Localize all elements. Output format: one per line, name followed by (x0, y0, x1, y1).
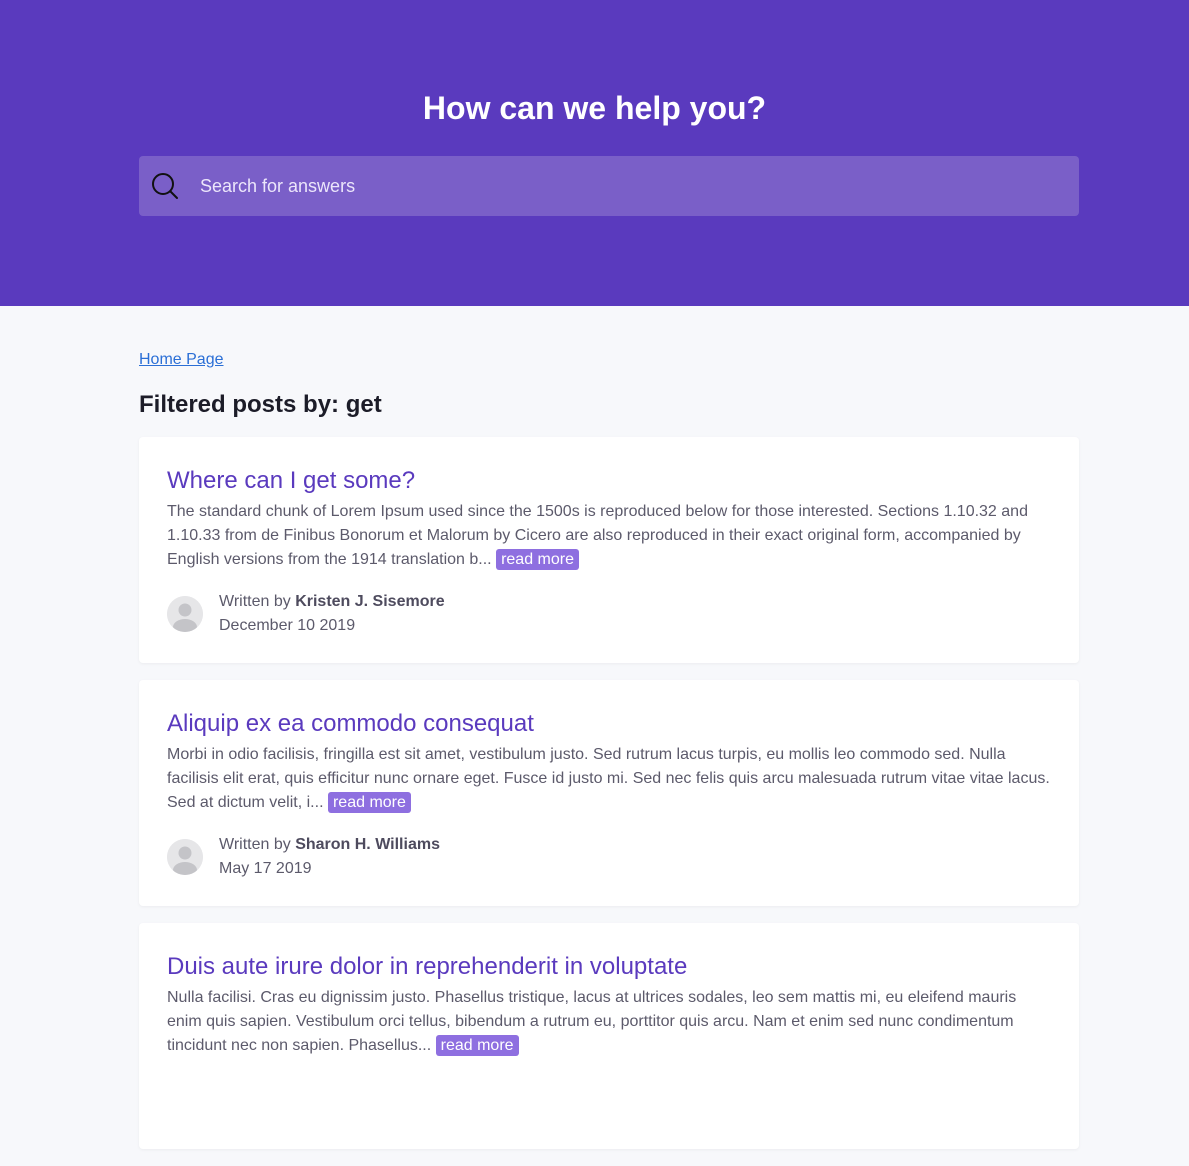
post-title-link[interactable]: Aliquip ex ea commodo consequat (167, 708, 1051, 740)
written-by-label: Written by (219, 593, 291, 610)
post-excerpt: Morbi in odio facilisis, fringilla est s… (167, 743, 1051, 815)
post-date: May 17 2019 (219, 860, 312, 877)
post-meta: Written by Sharon H. Williams May 17 201… (167, 833, 1051, 881)
post-meta-text: Written by Kristen J. Sisemore December … (219, 590, 445, 638)
search-input[interactable] (200, 156, 1079, 216)
post-excerpt-text: Morbi in odio facilisis, fringilla est s… (167, 746, 1050, 811)
post-date: December 10 2019 (219, 617, 356, 634)
hero-header: How can we help you? (0, 0, 1189, 306)
post-meta: Written by Kristen J. Sisemore December … (167, 590, 1051, 638)
breadcrumb: Home Page (139, 350, 1079, 370)
post-title-link[interactable]: Duis aute irure dolor in reprehenderit i… (167, 951, 1051, 983)
written-by-label: Written by (219, 836, 291, 853)
main-content: Home Page Filtered posts by: get Where c… (139, 306, 1079, 1166)
breadcrumb-home-link[interactable]: Home Page (139, 351, 224, 368)
post-title-link[interactable]: Where can I get some? (167, 465, 1051, 497)
post-list: Where can I get some? The standard chunk… (139, 437, 1079, 1149)
search-icon[interactable] (151, 172, 179, 200)
page-title: How can we help you? (422, 90, 767, 126)
post-excerpt-text: Nulla facilisi. Cras eu dignissim justo.… (167, 989, 1017, 1054)
post-excerpt: The standard chunk of Lorem Ipsum used s… (167, 500, 1051, 572)
post-card: Aliquip ex ea commodo consequat Morbi in… (139, 680, 1079, 906)
user-avatar-icon (167, 596, 203, 632)
read-more-button[interactable]: read more (327, 792, 411, 813)
author-line: Written by Sharon H. Williams (219, 833, 440, 857)
post-excerpt-text: The standard chunk of Lorem Ipsum used s… (167, 503, 1028, 568)
post-meta-text: Written by Sharon H. Williams May 17 201… (219, 833, 440, 881)
search-bar[interactable] (139, 156, 1079, 216)
post-card: Where can I get some? The standard chunk… (139, 437, 1079, 663)
author-name: Sharon H. Williams (295, 836, 440, 853)
post-card: Duis aute irure dolor in reprehenderit i… (139, 923, 1079, 1149)
user-avatar-icon (167, 839, 203, 875)
filter-title: Filtered posts by: get (139, 391, 382, 418)
read-more-button[interactable]: read more (435, 1035, 519, 1056)
author-name: Kristen J. Sisemore (295, 593, 445, 610)
read-more-button[interactable]: read more (496, 549, 579, 570)
post-excerpt: Nulla facilisi. Cras eu dignissim justo.… (167, 986, 1051, 1058)
author-line: Written by Kristen J. Sisemore (219, 590, 445, 614)
